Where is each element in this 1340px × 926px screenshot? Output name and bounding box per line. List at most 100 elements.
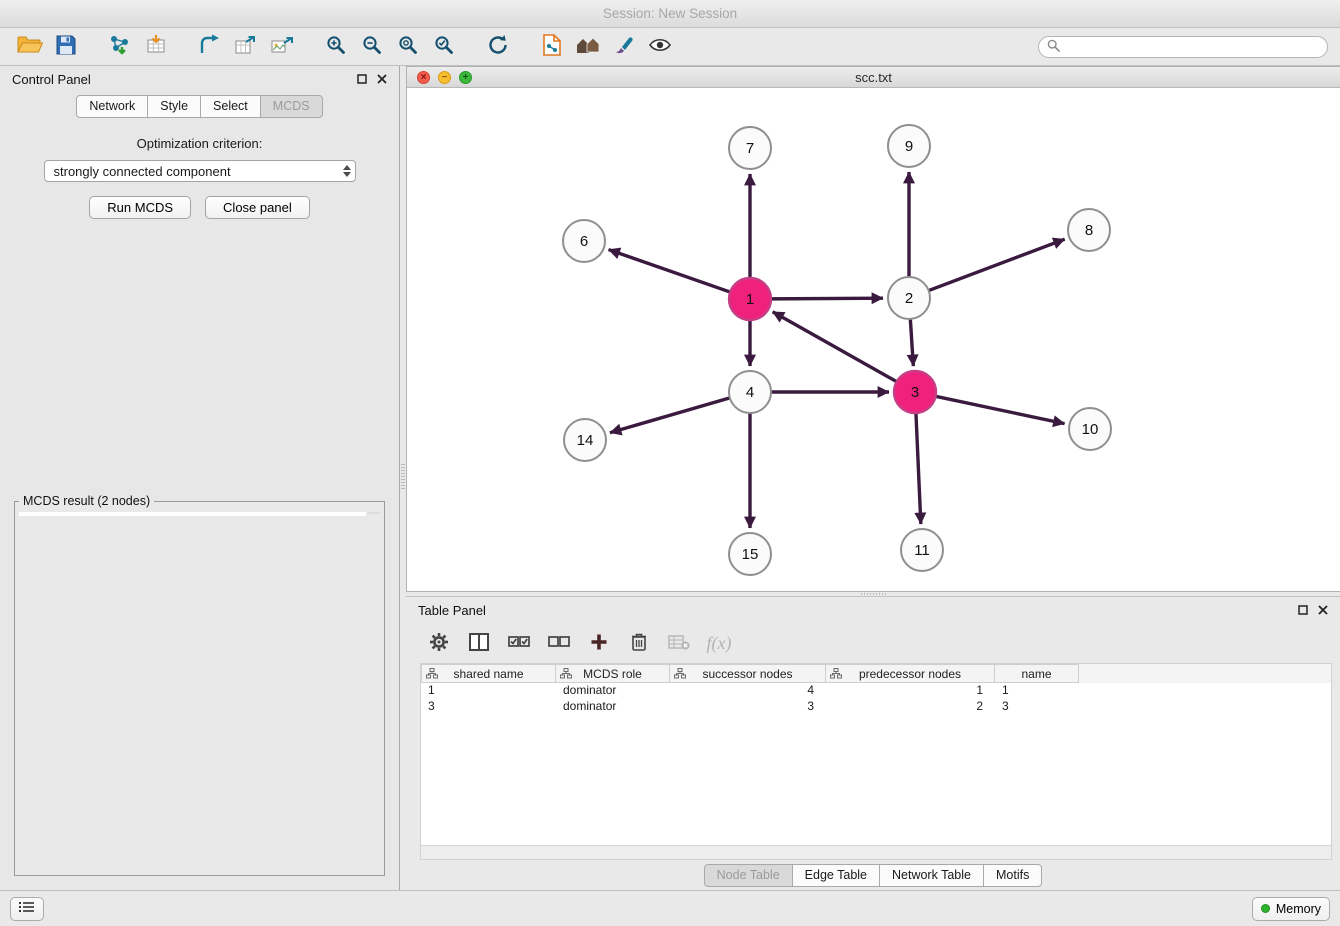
style-button[interactable] bbox=[606, 32, 642, 62]
optimization-criterion-select[interactable]: strongly connected component bbox=[44, 160, 356, 182]
table-cell[interactable]: 1 bbox=[826, 683, 995, 699]
mcds-result-item[interactable]: 1 bbox=[19, 514, 366, 516]
table-horizontal-scrollbar[interactable] bbox=[420, 846, 1332, 860]
table-cell[interactable]: 1 bbox=[995, 683, 1079, 699]
neighbors-button[interactable] bbox=[570, 32, 606, 62]
save-icon bbox=[56, 35, 76, 58]
zoom-out-button[interactable] bbox=[354, 32, 390, 62]
import-network-button[interactable] bbox=[102, 32, 138, 62]
table-cell[interactable]: 3 bbox=[995, 699, 1079, 715]
tab-node-table[interactable]: Node Table bbox=[704, 864, 793, 887]
deselect-all-columns-button[interactable] bbox=[544, 629, 574, 657]
close-panel-button[interactable]: Close panel bbox=[205, 196, 310, 219]
table-options-button[interactable] bbox=[424, 629, 454, 657]
tab-network-table[interactable]: Network Table bbox=[879, 864, 984, 887]
graph-node-8[interactable]: 8 bbox=[1068, 209, 1110, 251]
tab-mcds[interactable]: MCDS bbox=[260, 95, 323, 118]
zoom-in-button[interactable] bbox=[318, 32, 354, 62]
open-session-button[interactable] bbox=[12, 32, 48, 62]
search-input[interactable] bbox=[1065, 40, 1319, 54]
table-cell[interactable]: 3 bbox=[421, 699, 556, 715]
close-panel-icon[interactable] bbox=[377, 74, 387, 84]
zoom-fit-button[interactable] bbox=[390, 32, 426, 62]
result-scrollbar[interactable] bbox=[368, 512, 380, 514]
table-cell[interactable]: dominator bbox=[556, 683, 670, 699]
svg-text:6: 6 bbox=[580, 233, 588, 250]
svg-text:7: 7 bbox=[746, 140, 754, 157]
maximize-window-icon[interactable]: + bbox=[459, 71, 472, 84]
tab-edge-table[interactable]: Edge Table bbox=[792, 864, 880, 887]
network-graph[interactable]: 7 9 6 8 1 2 4 3 14 10 15 11 bbox=[407, 88, 1339, 591]
add-column-button[interactable] bbox=[584, 629, 614, 657]
graph-node-2[interactable]: 2 bbox=[888, 277, 930, 319]
tab-select[interactable]: Select bbox=[200, 95, 261, 118]
right-side: × − + scc.txt 7968124314101511 Table Pan… bbox=[406, 66, 1340, 890]
column-header-shared-name[interactable]: shared name bbox=[421, 664, 556, 683]
zoom-out-icon bbox=[362, 35, 382, 58]
close-panel-icon[interactable] bbox=[1318, 605, 1328, 615]
close-window-icon[interactable]: × bbox=[417, 71, 430, 84]
import-table-button[interactable] bbox=[138, 32, 174, 62]
graph-edge-2-3[interactable] bbox=[910, 319, 913, 366]
vertical-splitter[interactable] bbox=[400, 66, 406, 890]
new-network-button[interactable] bbox=[192, 32, 228, 62]
export-image-button[interactable] bbox=[264, 32, 300, 62]
save-session-button[interactable] bbox=[48, 32, 84, 62]
tab-network[interactable]: Network bbox=[76, 95, 148, 118]
delete-column-button[interactable] bbox=[624, 629, 654, 657]
delete-table-button bbox=[664, 629, 694, 657]
minimize-window-icon[interactable]: − bbox=[438, 71, 451, 84]
horizontal-splitter[interactable] bbox=[406, 592, 1340, 596]
column-header-predecessor-nodes[interactable]: predecessor nodes bbox=[826, 664, 995, 683]
show-hide-button[interactable] bbox=[642, 32, 678, 62]
graph-node-3[interactable]: 3 bbox=[894, 371, 936, 413]
window-title: Session: New Session bbox=[603, 6, 737, 21]
graph-edge-4-14[interactable] bbox=[610, 398, 730, 433]
graph-node-14[interactable]: 14 bbox=[564, 419, 606, 461]
graph-node-11[interactable]: 11 bbox=[901, 529, 943, 571]
svg-text:15: 15 bbox=[742, 546, 759, 563]
show-columns-button[interactable] bbox=[464, 629, 494, 657]
tab-style[interactable]: Style bbox=[147, 95, 201, 118]
graph-edge-3-10[interactable] bbox=[936, 396, 1065, 423]
apply-layout-button[interactable] bbox=[480, 32, 516, 62]
column-header-mcds-role[interactable]: MCDS role bbox=[556, 664, 670, 683]
table-row[interactable]: 1dominator411 bbox=[421, 683, 1331, 699]
graph-node-15[interactable]: 15 bbox=[729, 533, 771, 575]
graph-edge-1-2[interactable] bbox=[771, 298, 883, 299]
graph-node-7[interactable]: 7 bbox=[729, 127, 771, 169]
run-mcds-button[interactable]: Run MCDS bbox=[89, 196, 191, 219]
table-cell[interactable]: dominator bbox=[556, 699, 670, 715]
svg-text:9: 9 bbox=[905, 138, 913, 155]
graph-edge-3-11[interactable] bbox=[916, 413, 921, 524]
zoom-selected-button[interactable] bbox=[426, 32, 462, 62]
search-box bbox=[1038, 36, 1328, 58]
import-network-icon bbox=[108, 34, 132, 59]
graph-edge-3-1[interactable] bbox=[773, 312, 897, 382]
task-history-button[interactable] bbox=[10, 897, 44, 921]
network-canvas[interactable]: 7 9 6 8 1 2 4 3 14 10 15 11 bbox=[407, 88, 1340, 591]
graph-node-4[interactable]: 4 bbox=[729, 371, 771, 413]
table-row[interactable]: 3dominator323 bbox=[421, 699, 1331, 715]
column-header-successor-nodes[interactable]: successor nodes bbox=[670, 664, 826, 683]
select-all-columns-button[interactable] bbox=[504, 629, 534, 657]
graph-edge-1-6[interactable] bbox=[609, 250, 731, 292]
control-panel-title: Control Panel bbox=[12, 72, 91, 87]
table-cell[interactable]: 3 bbox=[670, 699, 826, 715]
network-view-window: × − + scc.txt 7968124314101511 bbox=[406, 66, 1340, 592]
memory-button[interactable]: Memory bbox=[1252, 897, 1330, 921]
table-cell[interactable]: 1 bbox=[421, 683, 556, 699]
tab-motifs[interactable]: Motifs bbox=[983, 864, 1042, 887]
graph-edge-2-8[interactable] bbox=[929, 239, 1065, 290]
float-panel-icon[interactable] bbox=[1298, 605, 1308, 615]
export-table-button[interactable] bbox=[228, 32, 264, 62]
column-header-name[interactable]: name bbox=[995, 664, 1079, 683]
table-cell[interactable]: 2 bbox=[826, 699, 995, 715]
table-cell[interactable]: 4 bbox=[670, 683, 826, 699]
float-panel-icon[interactable] bbox=[357, 74, 367, 84]
graph-node-6[interactable]: 6 bbox=[563, 220, 605, 262]
document-network-button[interactable] bbox=[534, 32, 570, 62]
graph-node-9[interactable]: 9 bbox=[888, 125, 930, 167]
graph-node-1[interactable]: 1 bbox=[729, 278, 771, 320]
graph-node-10[interactable]: 10 bbox=[1069, 408, 1111, 450]
